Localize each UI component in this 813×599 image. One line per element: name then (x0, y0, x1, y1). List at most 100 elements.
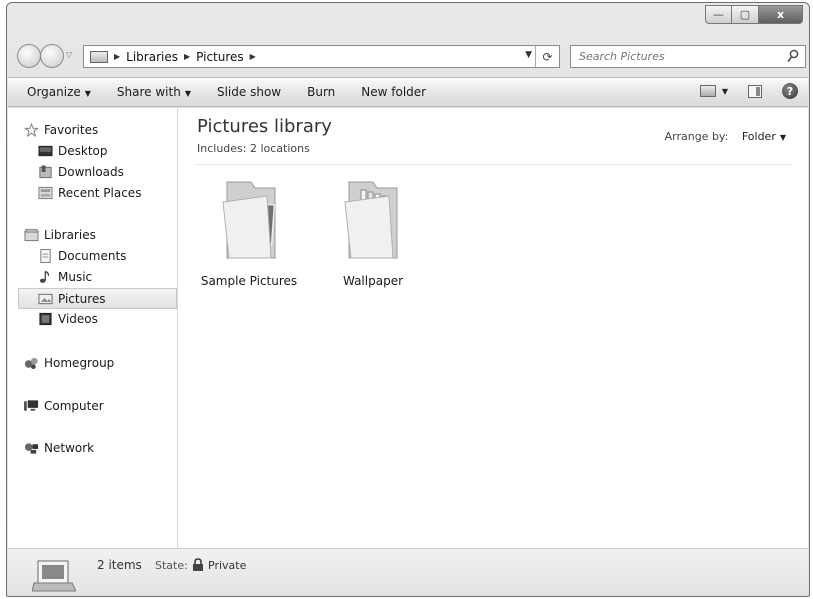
homegroup-icon (24, 357, 38, 370)
folder-wallpaper-icon (344, 181, 398, 259)
videos-icon (39, 312, 52, 326)
arrange-by: Arrange by: Folder ▼ (665, 130, 786, 143)
folder-item[interactable]: Wallpaper (323, 174, 423, 292)
breadcrumb-pictures[interactable]: Pictures (196, 50, 244, 64)
close-button[interactable]: x (759, 5, 803, 24)
minimize-button[interactable]: — (705, 5, 732, 24)
arrange-by-value: Folder (741, 130, 776, 143)
nav-label: Documents (58, 249, 127, 263)
help-icon[interactable]: ? (782, 83, 798, 99)
folder-label: Wallpaper (342, 274, 404, 288)
breadcrumb-libraries[interactable]: Libraries (126, 50, 178, 64)
library-title: Pictures library (197, 116, 332, 137)
documents-icon (40, 249, 51, 263)
nav-item-computer[interactable]: Computer (8, 396, 178, 417)
locations-link[interactable]: 2 locations (250, 142, 310, 155)
chevron-down-icon: ▼ (184, 89, 191, 98)
nav-item-videos[interactable]: Videos (8, 309, 178, 330)
chevron-right-icon[interactable]: ▶ (114, 52, 120, 61)
organize-button[interactable]: Organize ▼ (27, 85, 91, 99)
address-dropdown-icon[interactable]: ▼ (525, 50, 532, 60)
favorites-group: Favorites Desktop Downloads Recent Place… (8, 120, 178, 204)
nav-label: Favorites (44, 123, 99, 137)
nav-item-desktop[interactable]: Desktop (8, 141, 178, 162)
item-count: 2 items (97, 558, 142, 572)
burn-button[interactable]: Burn (307, 85, 335, 99)
forward-button[interactable] (40, 44, 64, 68)
computer-icon (24, 400, 39, 411)
chevron-right-icon[interactable]: ▶ (250, 52, 256, 61)
command-bar: Organize ▼ Share with ▼ Slide show Burn Ne… (8, 77, 808, 107)
nav-label: Libraries (44, 228, 96, 242)
navigation-pane: Favorites Desktop Downloads Recent Place… (8, 108, 178, 548)
folder-item[interactable]: Sample Pictures (199, 174, 299, 292)
content-pane: Pictures library Includes: 2 locations A… (179, 108, 808, 548)
organize-label: Organize (27, 85, 81, 99)
libraries-group: Libraries Documents Music Pictures Video… (8, 225, 178, 330)
nav-item-network[interactable]: Network (8, 438, 178, 459)
address-bar[interactable]: ▶ Libraries ▶ Pictures ▶ ▼ ⟳ (83, 45, 560, 68)
includes-label: Includes: (197, 142, 247, 155)
toolbar-right: ▼ ? (699, 83, 798, 99)
back-button[interactable] (17, 44, 41, 68)
folder-pictures-icon (222, 181, 276, 259)
nav-label: Videos (58, 312, 98, 326)
music-icon (39, 270, 50, 283)
recent-pages-dropdown[interactable]: ▽ (66, 50, 72, 59)
pictures-icon (38, 293, 53, 305)
chevron-down-icon: ▼ (84, 89, 91, 98)
nav-item-favorites[interactable]: Favorites (8, 120, 178, 141)
nav-item-music[interactable]: Music (8, 267, 178, 288)
view-icon (699, 85, 716, 97)
chevron-right-icon[interactable]: ▶ (184, 52, 190, 61)
pictures-library-icon (32, 560, 76, 592)
computer-group: Computer (8, 396, 178, 417)
nav-label: Pictures (58, 292, 106, 306)
change-view-button[interactable]: ▼ (699, 85, 728, 97)
share-with-button[interactable]: Share with ▼ (117, 85, 191, 99)
nav-item-recent-places[interactable]: Recent Places (8, 183, 178, 204)
nav-item-downloads[interactable]: Downloads (8, 162, 178, 183)
search-icon[interactable] (787, 49, 799, 63)
share-with-label: Share with (116, 85, 181, 99)
nav-item-documents[interactable]: Documents (8, 246, 178, 267)
refresh-icon[interactable]: ⟳ (535, 46, 559, 67)
arrange-by-dropdown[interactable]: Folder ▼ (742, 130, 786, 143)
network-icon (24, 443, 39, 454)
libraries-icon (24, 228, 39, 242)
nav-label: Music (58, 270, 93, 284)
nav-item-libraries[interactable]: Libraries (8, 225, 178, 246)
state-value: Private (208, 559, 247, 572)
nav-item-pictures[interactable]: Pictures (18, 288, 177, 309)
nav-item-homegroup[interactable]: Homegroup (8, 353, 178, 374)
search-box[interactable] (570, 45, 806, 68)
search-input[interactable] (579, 50, 779, 63)
arrange-by-label: Arrange by: (664, 130, 729, 143)
preview-pane-icon[interactable] (748, 84, 762, 98)
library-icon (90, 50, 108, 63)
nav-label: Recent Places (58, 186, 142, 200)
nav-label: Computer (44, 399, 104, 413)
chevron-down-icon: ▼ (721, 86, 728, 96)
nav-label: Homegroup (44, 356, 115, 370)
homegroup-group: Homegroup (8, 353, 178, 374)
details-pane: 2 items State: Private (8, 548, 808, 596)
nav-label: Desktop (58, 144, 108, 158)
folder-label: Sample Pictures (200, 274, 298, 288)
new-folder-button[interactable]: New folder (361, 85, 426, 99)
main-panes: Favorites Desktop Downloads Recent Place… (8, 108, 808, 548)
library-includes: Includes: 2 locations (197, 142, 310, 155)
window-controls: — ▢ x (705, 5, 803, 24)
nav-label: Network (44, 441, 95, 455)
explorer-window: — ▢ x ▽ ▶ Libraries ▶ Pictures ▶ ▼ ⟳ Sea… (6, 2, 810, 597)
navigation-row: ▽ ▶ Libraries ▶ Pictures ▶ ▼ ⟳ (7, 41, 809, 73)
title-bar: — ▢ x (7, 3, 809, 37)
network-group: Network (8, 438, 178, 459)
slide-show-button[interactable]: Slide show (217, 85, 281, 99)
recent-places-icon (38, 186, 53, 200)
state-label: State: (155, 559, 188, 572)
desktop-icon (38, 145, 53, 157)
lock-icon (193, 558, 203, 571)
chevron-down-icon: ▼ (779, 133, 786, 142)
maximize-button[interactable]: ▢ (732, 5, 759, 24)
